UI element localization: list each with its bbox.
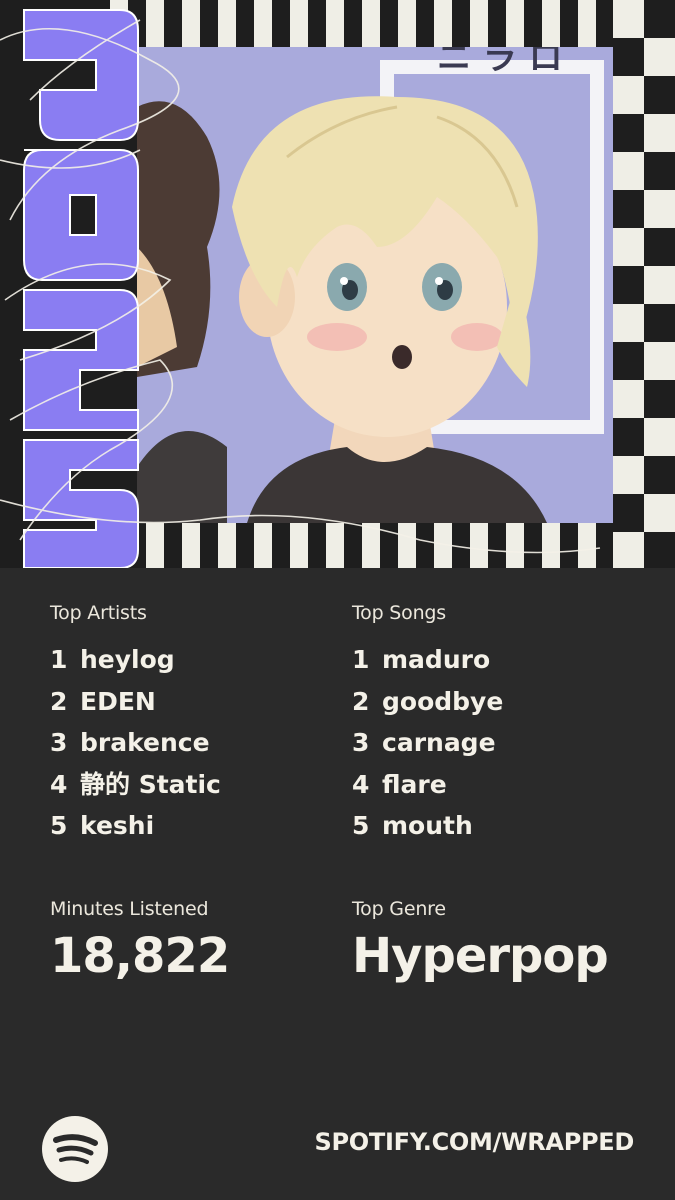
wrapped-url-link[interactable]: SPOTIFY.COM/WRAPPED bbox=[315, 1128, 635, 1156]
list-item: 2 EDEN bbox=[50, 686, 156, 716]
top-artists-label: Top Artists bbox=[50, 602, 147, 624]
cover-artwork: ニ ラ ロ bbox=[137, 47, 613, 523]
list-item: 3 brakence bbox=[50, 728, 210, 757]
stats-panel: Top Artists 1 heylog 2 EDEN 3 brakence 4 静的 … bbox=[0, 568, 675, 1200]
list-item: 3 carnage bbox=[352, 728, 496, 757]
minutes-listened-stat: Minutes Listened 18,822 bbox=[50, 898, 230, 984]
top-artists-section: Top Artists 1 heylog 2 EDEN 3 brakence 4 静的 … bbox=[50, 602, 221, 852]
top-genre-value: Hyperpop bbox=[352, 928, 609, 984]
top-songs-section: Top Songs 1 maduro 2 goodbye 3 carnage 4 fla… bbox=[352, 602, 503, 852]
list-item: 4 flare bbox=[352, 769, 447, 799]
list-item: 2 goodbye bbox=[352, 686, 504, 716]
wrapped-hero: ニ ラ ロ bbox=[0, 0, 675, 568]
minutes-listened-value: 18,822 bbox=[50, 928, 230, 984]
svg-text:ニ ラ ロ: ニ ラ ロ bbox=[437, 47, 563, 78]
top-genre-label: Top Genre bbox=[352, 898, 446, 920]
list-item: 5 keshi bbox=[50, 811, 155, 840]
anime-portrait-illustration: ニ ラ ロ bbox=[137, 47, 613, 523]
spotify-logo-icon bbox=[42, 1116, 108, 1182]
list-item: 4 静的 Static bbox=[50, 769, 221, 799]
top-genre-stat: Top Genre Hyperpop bbox=[352, 898, 609, 984]
list-item: 5 mouth bbox=[352, 811, 473, 840]
list-item: 1 heylog bbox=[50, 645, 175, 674]
top-songs-label: Top Songs bbox=[352, 602, 446, 624]
minutes-listened-label: Minutes Listened bbox=[50, 898, 209, 920]
list-item: 1 maduro bbox=[352, 645, 491, 674]
